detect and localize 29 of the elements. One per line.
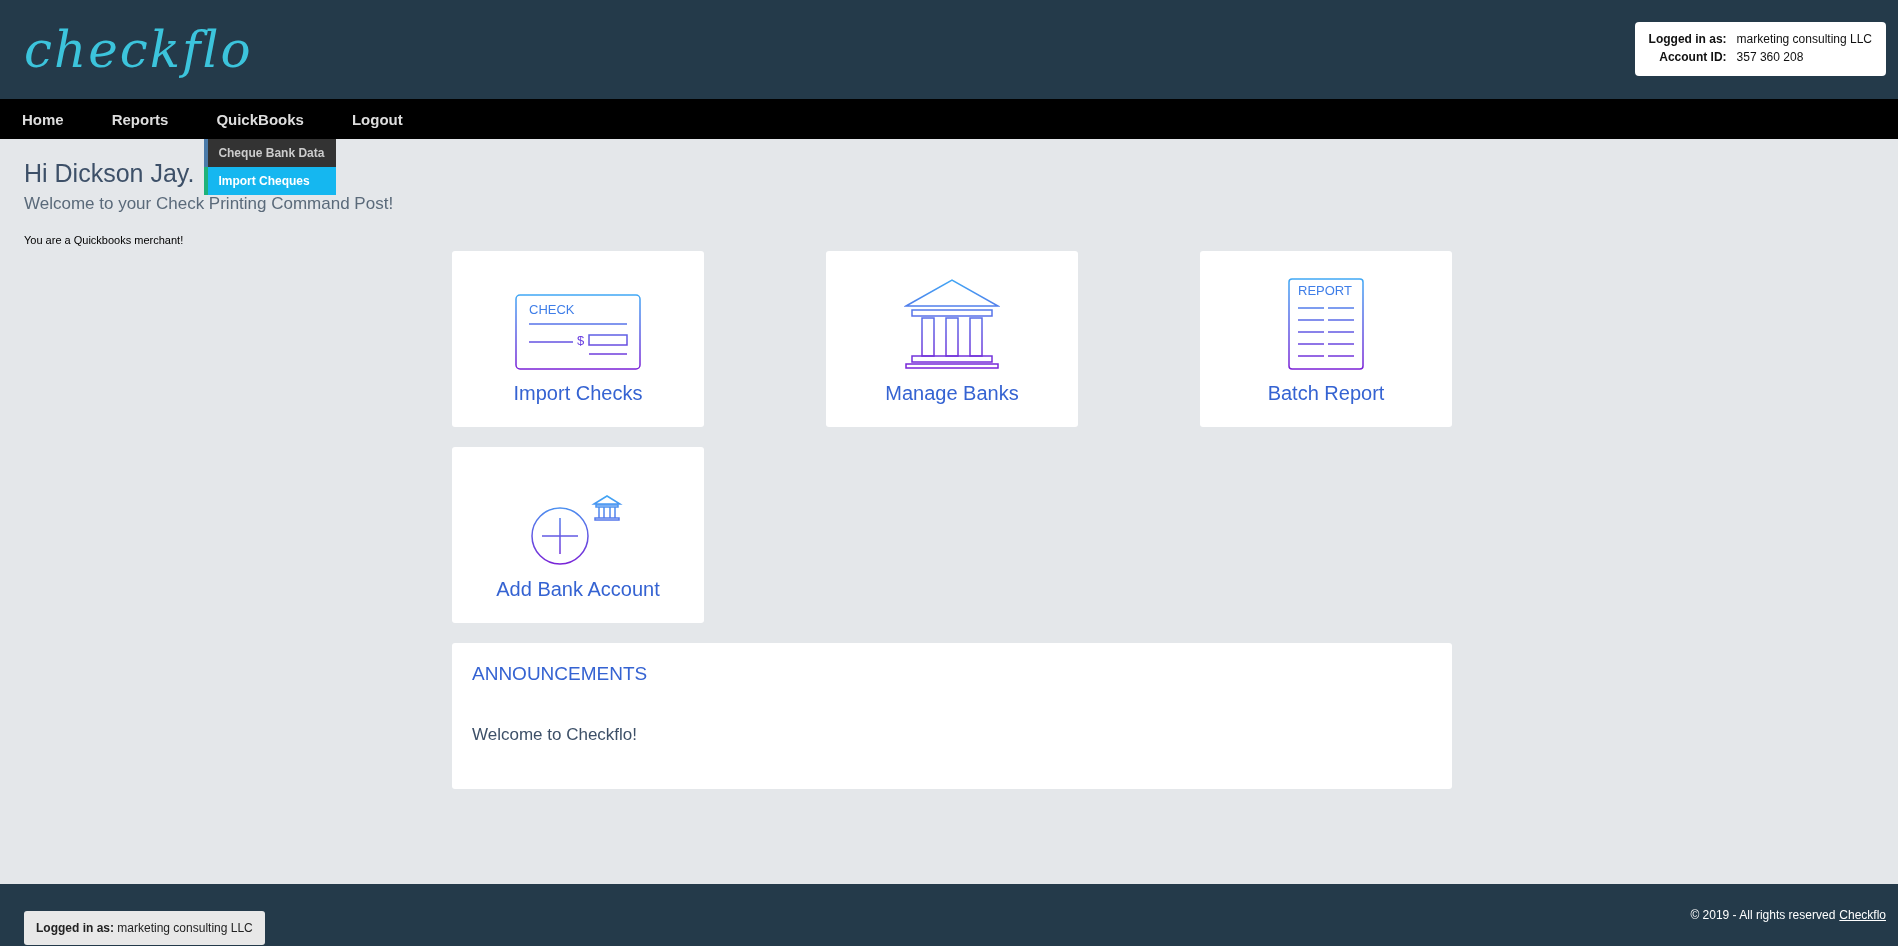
nav-link[interactable]: Home xyxy=(10,99,76,139)
nav-link[interactable]: Logout xyxy=(339,99,415,139)
tile-card[interactable]: Add Bank Account xyxy=(452,447,704,623)
tile-label: Add Bank Account xyxy=(496,578,660,601)
tile-card[interactable]: REPORT Batch Report xyxy=(1200,251,1452,427)
account-value: marketing consulting LLC xyxy=(1736,32,1872,46)
tile-card[interactable]: CHECK $ Import Checks xyxy=(452,251,704,427)
announcement-text: Welcome to Checkflo! xyxy=(472,725,639,745)
report-icon: REPORT xyxy=(1288,278,1364,370)
dropdown-item[interactable]: Cheque Bank Data xyxy=(204,139,337,167)
tile-label: Import Checks xyxy=(513,382,643,405)
bank-icon xyxy=(904,278,1000,370)
copyright-text: © 2019 - All rights reserved xyxy=(1690,908,1836,922)
account-label: Logged in as: xyxy=(1648,32,1727,46)
announcements-title: ANNOUNCEMENTS xyxy=(472,663,649,685)
welcome-text: Welcome to your Check Printing Command Post! xyxy=(24,194,395,214)
tile-card[interactable]: Manage Banks xyxy=(826,251,1078,427)
account-value: 357 360 208 xyxy=(1736,50,1805,64)
nav-link[interactable]: QuickBooks xyxy=(204,99,316,139)
checkflo-link[interactable]: Checkflo xyxy=(1839,908,1886,922)
check-icon: CHECK $ xyxy=(515,294,641,370)
nav-link[interactable]: Reports xyxy=(99,99,181,139)
account-label: Account ID: xyxy=(1658,50,1727,64)
tile-label: Manage Banks xyxy=(885,382,1019,405)
checkflo-logo[interactable]: checkflo xyxy=(24,20,253,79)
tile-label: Batch Report xyxy=(1267,382,1385,405)
greeting-title: Hi Dickson Jay. xyxy=(24,159,195,188)
login-status: Logged in as: marketing consulting LLC xyxy=(24,911,265,945)
merchant-note: You are a Quickbooks merchant! xyxy=(24,234,185,246)
